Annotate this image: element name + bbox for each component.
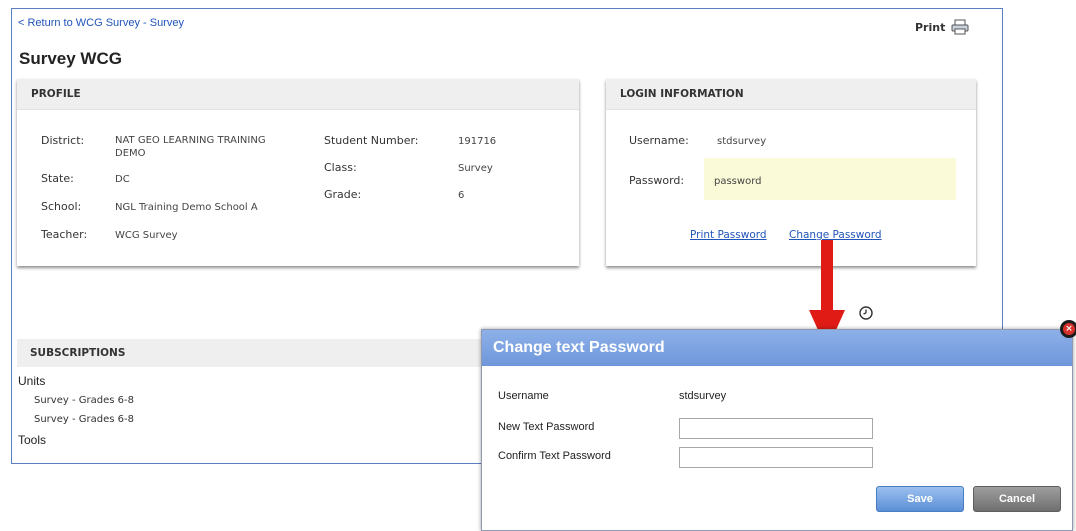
password-value: password	[714, 176, 762, 187]
tools-label: Tools	[18, 433, 47, 447]
class-value: Survey	[458, 163, 493, 174]
grade-label: Grade:	[324, 188, 362, 201]
school-label: School:	[41, 200, 82, 213]
print-password-link[interactable]: Print Password	[690, 229, 767, 241]
confirm-password-label: Confirm Text Password	[498, 450, 611, 462]
state-label: State:	[41, 172, 74, 185]
new-password-label: New Text Password	[498, 421, 595, 433]
print-label: Print	[915, 20, 946, 34]
teacher-value: WCG Survey	[115, 230, 178, 241]
dialog-title: Change text Password	[482, 330, 1072, 366]
teacher-label: Teacher:	[41, 228, 88, 241]
back-link[interactable]: < Return to WCG Survey - Survey	[18, 17, 184, 29]
list-item[interactable]: Survey - Grades 6-8	[34, 395, 134, 406]
units-label: Units	[18, 374, 46, 388]
username-label: Username:	[629, 134, 689, 147]
close-glyph: ×	[1063, 323, 1075, 335]
print-button[interactable]: Print	[915, 19, 969, 35]
dialog-username-value: stdsurvey	[679, 390, 727, 402]
new-password-input[interactable]	[679, 418, 873, 439]
subscriptions-heading: SUBSCRIPTIONS	[17, 339, 487, 367]
login-information-card: LOGIN INFORMATION Username: stdsurvey Pa…	[606, 79, 976, 266]
school-value: NGL Training Demo School A	[115, 202, 258, 213]
login-heading: LOGIN INFORMATION	[606, 79, 976, 110]
confirm-password-input[interactable]	[679, 447, 873, 468]
profile-card: PROFILE District: NAT GEO LEARNING TRAIN…	[17, 79, 579, 266]
student-number-label: Student Number:	[324, 134, 419, 147]
grade-value: 6	[458, 190, 465, 201]
save-button[interactable]: Save	[876, 486, 964, 512]
change-password-dialog: Change text Password Username stdsurvey …	[481, 329, 1073, 531]
student-number-value: 191716	[458, 136, 497, 147]
state-value: DC	[115, 174, 130, 185]
printer-icon	[951, 19, 969, 35]
dialog-username-label: Username	[498, 390, 549, 402]
class-label: Class:	[324, 161, 357, 174]
password-label: Password:	[629, 174, 685, 187]
clock-icon	[859, 306, 873, 320]
close-icon[interactable]: ×	[1060, 320, 1076, 338]
username-value: stdsurvey	[717, 136, 767, 147]
list-item[interactable]: Survey - Grades 6-8	[34, 414, 134, 425]
district-value: NAT GEO LEARNING TRAINING DEMO	[115, 135, 266, 159]
profile-heading: PROFILE	[17, 79, 579, 110]
page-title: Survey WCG	[19, 49, 122, 68]
district-label: District:	[41, 134, 85, 147]
cancel-button[interactable]: Cancel	[973, 486, 1061, 512]
